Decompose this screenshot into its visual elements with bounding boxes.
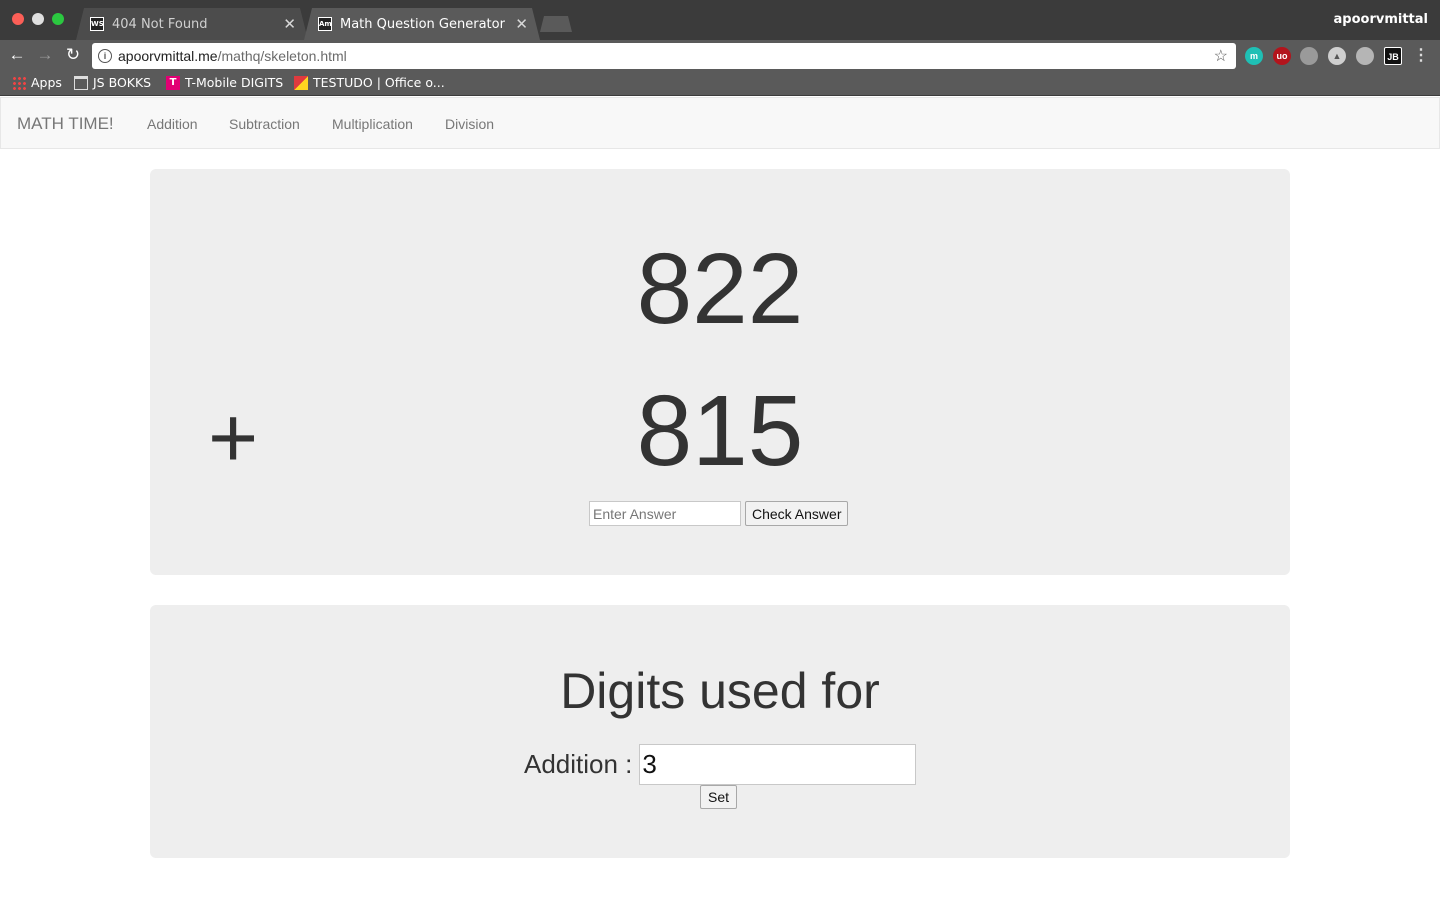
- site-favicon-icon: Am: [318, 17, 332, 31]
- folder-icon: [74, 75, 88, 90]
- tab-title: Math Question Generator: [340, 16, 505, 32]
- url-path: /mathq/skeleton.html: [217, 48, 347, 64]
- check-answer-button[interactable]: Check Answer: [745, 501, 849, 526]
- bookmark-js-bokks[interactable]: JS BOKKS: [74, 75, 151, 90]
- forward-arrow-icon[interactable]: →: [34, 44, 56, 66]
- bookmarks-bar: Apps JS BOKKS T T-Mobile DIGITS TESTUDO …: [0, 70, 1440, 96]
- maximize-window-button[interactable]: [52, 13, 64, 25]
- question-panel: 822 + 815 Check Answer: [150, 169, 1290, 575]
- new-tab-button[interactable]: [540, 16, 572, 32]
- answer-input[interactable]: [589, 501, 741, 526]
- settings-panel: Digits used for Addition : Set: [150, 605, 1290, 858]
- browser-tab-math[interactable]: Am Math Question Generator ✕: [304, 8, 540, 40]
- close-tab-icon[interactable]: ✕: [515, 15, 528, 33]
- site-navbar: MATH TIME! Addition Subtraction Multipli…: [0, 97, 1440, 149]
- bookmark-label: JS BOKKS: [93, 75, 152, 90]
- maryland-flag-icon: [294, 75, 308, 90]
- digits-input[interactable]: [639, 744, 917, 785]
- extension-puzzle-icon[interactable]: [1300, 47, 1318, 65]
- nav-division[interactable]: Division: [445, 116, 494, 132]
- page-content: MATH TIME! Addition Subtraction Multipli…: [0, 97, 1440, 900]
- site-brand[interactable]: MATH TIME!: [17, 114, 114, 134]
- url-host: apoorvmittal.me: [118, 48, 218, 64]
- set-button[interactable]: Set: [700, 785, 737, 809]
- nav-subtraction[interactable]: Subtraction: [229, 116, 300, 132]
- reload-icon[interactable]: ↻: [62, 44, 84, 66]
- drive-icon[interactable]: ▲: [1328, 47, 1346, 65]
- nav-addition[interactable]: Addition: [147, 116, 198, 132]
- bookmark-star-icon[interactable]: ☆: [1214, 46, 1228, 66]
- webstorm-favicon-icon: WS: [90, 17, 104, 31]
- bookmark-tmobile[interactable]: T T-Mobile DIGITS: [166, 75, 283, 90]
- bookmark-label: Apps: [31, 75, 62, 90]
- close-window-button[interactable]: [12, 13, 24, 25]
- tmobile-icon: T: [166, 75, 180, 90]
- bookmark-testudo[interactable]: TESTUDO | Office o...: [294, 75, 445, 90]
- browser-tab-bar: WS 404 Not Found ✕ Am Math Question Gene…: [0, 0, 1440, 40]
- answer-row: Check Answer: [589, 501, 849, 526]
- profile-name[interactable]: apoorvmittal: [1334, 12, 1429, 27]
- extension-m-icon[interactable]: m: [1245, 47, 1263, 65]
- digits-row: Addition :: [524, 744, 917, 785]
- digits-label: Addition :: [524, 749, 633, 779]
- tab-title: 404 Not Found: [112, 16, 208, 32]
- kebab-menu-icon[interactable]: ⋮: [1412, 47, 1430, 65]
- second-number: 815: [636, 375, 804, 487]
- minimize-window-button[interactable]: [32, 13, 44, 25]
- back-arrow-icon[interactable]: ←: [6, 44, 28, 66]
- jetbrains-icon[interactable]: JB: [1384, 47, 1402, 65]
- address-bar[interactable]: i apoorvmittal.me /mathq/skeleton.html ☆: [92, 43, 1236, 69]
- bookmark-apps[interactable]: Apps: [12, 75, 62, 90]
- extension-circle-icon[interactable]: [1356, 47, 1374, 65]
- info-icon[interactable]: i: [98, 49, 112, 63]
- bookmark-label: TESTUDO | Office o...: [313, 75, 445, 90]
- browser-tab-404[interactable]: WS 404 Not Found ✕: [76, 8, 308, 40]
- bookmark-label: T-Mobile DIGITS: [185, 75, 284, 90]
- first-number: 822: [636, 233, 804, 345]
- apps-grid-icon: [12, 75, 26, 90]
- nav-multiplication[interactable]: Multiplication: [332, 116, 413, 132]
- close-tab-icon[interactable]: ✕: [283, 15, 296, 33]
- settings-title: Digits used for: [560, 663, 880, 719]
- ublock-icon[interactable]: uo: [1273, 47, 1291, 65]
